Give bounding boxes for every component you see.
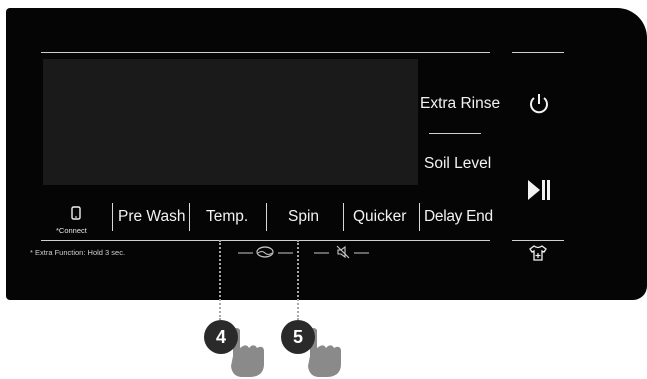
shirt-plus-icon[interactable] [528, 245, 548, 261]
top-rule [41, 52, 490, 53]
separator [189, 203, 190, 231]
extra-function-note: * Extra Function: Hold 3 sec. [30, 248, 126, 257]
play-pause-icon[interactable] [526, 178, 552, 202]
bottom-rule [41, 240, 490, 241]
quicker-button[interactable]: Quicker [353, 208, 406, 226]
pre-wash-button[interactable]: Pre Wash [118, 208, 185, 226]
connect-label[interactable]: *Connect [56, 226, 87, 235]
step-badge-5: 5 [281, 320, 315, 354]
leader-line-spin [297, 240, 299, 320]
phone-icon[interactable] [71, 206, 81, 220]
mute-icon [314, 245, 369, 259]
display-screen [43, 59, 418, 185]
spin-button[interactable]: Spin [288, 208, 319, 226]
temp-button[interactable]: Temp. [206, 208, 248, 226]
bottom-rule-right [512, 240, 564, 241]
separator [112, 203, 113, 231]
soil-level-label[interactable]: Soil Level [424, 155, 491, 173]
separator [266, 203, 267, 231]
power-icon[interactable] [527, 92, 551, 116]
separator [419, 203, 420, 231]
top-rule-right [512, 52, 564, 53]
separator [343, 203, 344, 231]
step-badge-4: 4 [204, 320, 238, 354]
extra-rinse-label[interactable]: Extra Rinse [420, 95, 500, 113]
delay-end-button[interactable]: Delay End [424, 208, 493, 226]
no-crease-icon [238, 246, 293, 258]
leader-line-temp [219, 240, 221, 320]
side-divider [429, 133, 481, 134]
